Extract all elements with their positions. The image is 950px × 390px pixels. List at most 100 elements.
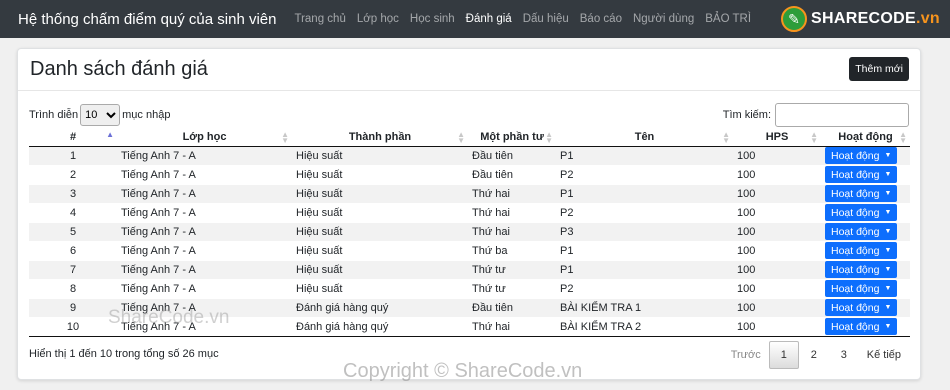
table-row: 7 Tiếng Anh 7 - A Hiệu suất Thứ tư P1 100 Hoạt… (29, 259, 910, 279)
logo-brand: SHARECODE (811, 10, 916, 27)
action-cell: Hoạt động ▼ (821, 316, 910, 337)
pagination-next[interactable]: Kế tiếp (859, 341, 909, 369)
col-header-action[interactable]: Hoạt động ▲ ▼ (821, 129, 910, 147)
table-cell: Đầu tiên (468, 164, 556, 184)
table-cell: Tiếng Anh 7 - A (117, 202, 292, 222)
col-header-class[interactable]: Lớp học ▲ ▼ (117, 129, 292, 147)
action-dropdown-button[interactable]: Hoạt động ▼ (825, 204, 898, 221)
action-dropdown-button[interactable]: Hoạt động ▼ (825, 299, 898, 316)
app-title[interactable]: Hệ thống chấm điểm quý của sinh viên (18, 11, 276, 28)
entries-per-page-select[interactable]: 10 (80, 104, 121, 126)
nav-home[interactable]: Trang chủ (294, 13, 345, 25)
caret-down-icon: ▼ (884, 304, 892, 311)
table-cell: Thứ tư (468, 278, 556, 298)
table-cell: Hiệu suất (292, 164, 468, 184)
col-header-index[interactable]: # ▲ (29, 129, 117, 147)
table-cell: 9 (29, 297, 117, 317)
nav-classes[interactable]: Lớp học (357, 13, 399, 25)
nav-students[interactable]: Học sinh (410, 13, 455, 25)
col-header-name[interactable]: Tên ▲ ▼ (556, 129, 733, 147)
table-cell: 100 (733, 278, 821, 298)
pagination-page-3[interactable]: 3 (829, 341, 859, 369)
table-cell: P1 (556, 240, 733, 260)
search-input[interactable] (775, 103, 909, 127)
table-cell: BÀI KIỂM TRA 1 (556, 297, 733, 317)
table-row: 10 Tiếng Anh 7 - A Đánh giá hàng quý Thứ ha… (29, 316, 910, 337)
table-cell: Đánh giá hàng quý (292, 297, 468, 317)
table-cell: P1 (556, 259, 733, 279)
pagination-page-1[interactable]: 1 (768, 341, 799, 369)
caret-down-icon: ▼ (884, 247, 892, 254)
action-cell: Hoạt động ▼ (821, 183, 910, 203)
nav-users[interactable]: Người dùng (633, 13, 694, 25)
table-cell: Thứ hai (468, 316, 556, 337)
search-control: Tìm kiếm: (723, 103, 909, 127)
action-dropdown-button[interactable]: Hoạt động ▼ (825, 147, 898, 164)
table-cell: Tiếng Anh 7 - A (117, 221, 292, 241)
col-header-component[interactable]: Thành phần ▲ ▼ (292, 129, 468, 147)
table-cell: 100 (733, 221, 821, 241)
table-cell: Đầu tiên (468, 297, 556, 317)
card-header: Danh sách đánh giá Thêm mới (18, 49, 920, 91)
table-cell: Hiệu suất (292, 221, 468, 241)
sort-icon: ▲ ▼ (899, 130, 907, 145)
table-row: 8 Tiếng Anh 7 - A Hiệu suất Thứ tư P2 100 Hoạt… (29, 278, 910, 298)
table-row: 3 Tiếng Anh 7 - A Hiệu suất Thứ hai P1 100 Hoạ… (29, 183, 910, 203)
add-new-button[interactable]: Thêm mới (849, 57, 909, 81)
table-cell: 10 (29, 316, 117, 337)
action-cell: Hoạt động ▼ (821, 297, 910, 317)
pagination: Trước 1 2 3 Kế tiếp (723, 341, 909, 369)
col-header-quarter[interactable]: Một phần tư ▲ ▼ (468, 129, 556, 147)
table-row: 5 Tiếng Anh 7 - A Hiệu suất Thứ hai P3 100 Hoạ… (29, 221, 910, 241)
table-cell: 100 (733, 240, 821, 260)
entries-length-control: Trình diễn 10 mục nhập (29, 104, 170, 126)
table-cell: P1 (556, 183, 733, 203)
action-dropdown-button[interactable]: Hoạt động ▼ (825, 166, 898, 183)
table-cell: Hiệu suất (292, 183, 468, 203)
pagination-prev[interactable]: Trước (723, 341, 769, 369)
table-cell: P1 (556, 145, 733, 165)
table-cell: 100 (733, 145, 821, 165)
action-cell: Hoạt động ▼ (821, 259, 910, 279)
action-dropdown-button[interactable]: Hoạt động ▼ (825, 280, 898, 297)
nav-maintenance[interactable]: BẢO TRÌ (705, 13, 751, 25)
table-cell: 7 (29, 259, 117, 279)
search-label: Tìm kiếm: (722, 109, 771, 121)
nav-marks[interactable]: Dấu hiệu (523, 13, 569, 25)
action-label: Hoạt động (831, 320, 880, 333)
sort-icon: ▲ ▼ (722, 130, 730, 145)
action-dropdown-button[interactable]: Hoạt động ▼ (825, 185, 898, 202)
action-cell: Hoạt động ▼ (821, 240, 910, 260)
nav-reports[interactable]: Báo cáo (580, 13, 622, 25)
table-cell: 1 (29, 145, 117, 165)
length-label-after: mục nhập (122, 109, 171, 121)
assessment-card: Danh sách đánh giá Thêm mới Trình diễn 1… (17, 48, 921, 380)
col-header-hps[interactable]: HPS ▲ ▼ (733, 129, 821, 147)
caret-down-icon: ▼ (884, 285, 892, 292)
table-cell: Tiếng Anh 7 - A (117, 164, 292, 184)
action-label: Hoạt động (831, 206, 880, 219)
nav-assessments[interactable]: Đánh giá (466, 13, 512, 25)
table-cell: 3 (29, 183, 117, 203)
table-cell: 4 (29, 202, 117, 222)
action-dropdown-button[interactable]: Hoạt động ▼ (825, 242, 898, 259)
table-cell: Tiếng Anh 7 - A (117, 183, 292, 203)
table-info: Hiển thị 1 đến 10 trong tổng số 26 mục (29, 348, 219, 360)
table-row: 4 Tiếng Anh 7 - A Hiệu suất Thứ hai P2 100 Hoạ… (29, 202, 910, 222)
table-cell: Đánh giá hàng quý (292, 316, 468, 337)
table-cell: Tiếng Anh 7 - A (117, 316, 292, 337)
assessment-table: # ▲ Lớp học ▲ ▼ Thành phần ▲ ▼ Một phần tư ▲ ▼ … (29, 129, 910, 337)
action-label: Hoạt động (831, 168, 880, 181)
table-header-row: # ▲ Lớp học ▲ ▼ Thành phần ▲ ▼ Một phần tư ▲ ▼ … (29, 129, 910, 147)
action-dropdown-button[interactable]: Hoạt động ▼ (825, 223, 898, 240)
table-cell: P3 (556, 221, 733, 241)
action-label: Hoạt động (831, 282, 880, 295)
action-dropdown-button[interactable]: Hoạt động ▼ (825, 318, 898, 335)
action-cell: Hoạt động ▼ (821, 145, 910, 165)
table-cell: Hiệu suất (292, 202, 468, 222)
sort-icon: ▲ ▼ (281, 130, 289, 145)
table-cell: 6 (29, 240, 117, 260)
pagination-page-2[interactable]: 2 (799, 341, 829, 369)
logo-suffix: .vn (915, 10, 940, 27)
action-dropdown-button[interactable]: Hoạt động ▼ (825, 261, 898, 278)
